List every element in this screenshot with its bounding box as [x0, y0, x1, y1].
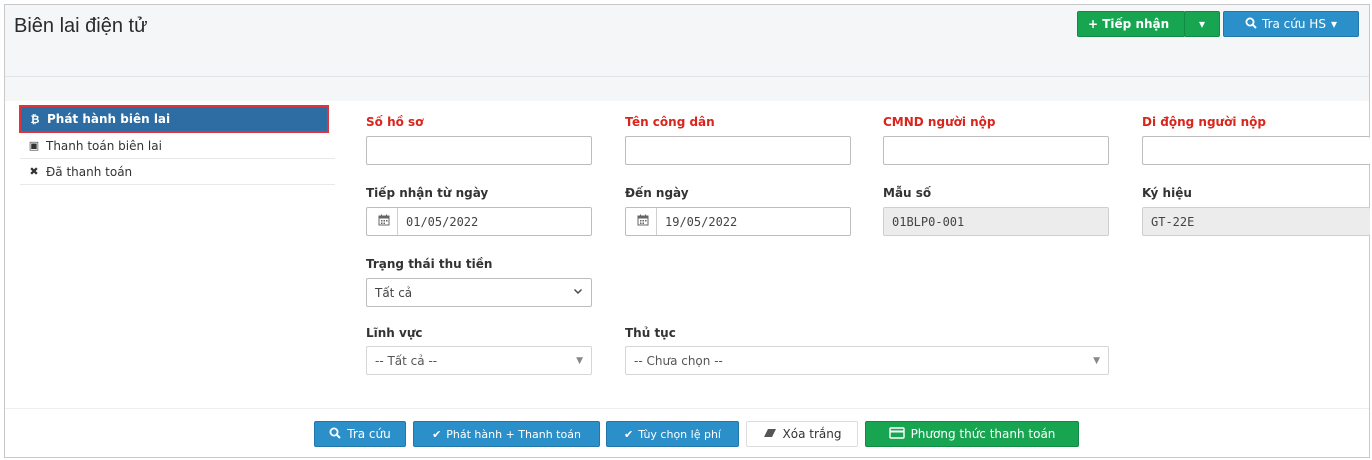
fee-option-label: Tùy chọn lệ phí	[638, 427, 721, 441]
sidebar: ₿ Phát hành biên lai ▣ Thanh toán biên l…	[14, 105, 335, 185]
divider	[656, 208, 657, 235]
divider	[397, 208, 398, 235]
label-tu-ngay: Tiếp nhận từ ngày	[366, 186, 489, 200]
sidebar-item-label: Thanh toán biên lai	[46, 138, 162, 153]
lookup-dossier-button[interactable]: Tra cứu HS ▾	[1223, 11, 1359, 37]
search-button[interactable]: Tra cứu	[314, 421, 406, 447]
ten-cong-dan-input[interactable]	[625, 136, 851, 165]
credit-card-icon	[888, 426, 905, 442]
check-icon: ✔	[624, 427, 634, 441]
label-linh-vuc: Lĩnh vực	[366, 326, 423, 340]
cmnd-input[interactable]	[883, 136, 1109, 165]
money-icon: ▣	[28, 139, 40, 152]
close-icon: ✖	[29, 165, 39, 178]
search-icon	[329, 427, 341, 442]
search-icon	[1245, 17, 1257, 32]
payment-status-select[interactable]: Tất cả	[366, 278, 592, 307]
sidebar-item-label: Đã thanh toán	[46, 164, 133, 179]
payment-method-button[interactable]: Phương thức thanh toán	[865, 421, 1079, 447]
receive-dropdown-toggle[interactable]: ▾	[1184, 11, 1220, 37]
mau-so-input: 01BLP0-001	[883, 207, 1109, 236]
bitcoin-icon: ₿	[30, 112, 40, 126]
page-header: Biên lai điện tử + Tiếp nhận ▾ Tra cứu H…	[5, 5, 1369, 77]
receive-button-label: + Tiếp nhận	[1088, 17, 1170, 31]
receive-button[interactable]: + Tiếp nhận	[1077, 11, 1185, 37]
payment-method-label: Phương thức thanh toán	[910, 427, 1056, 441]
page-title: Biên lai điện tử	[14, 15, 148, 37]
issue-and-pay-label: Phát hành + Thanh toán	[446, 427, 581, 441]
calendar-icon[interactable]	[371, 214, 397, 230]
sidebar-item-label: Phát hành biên lai	[47, 112, 171, 126]
field-select[interactable]: -- Tất cả -- ▼	[366, 346, 592, 375]
label-cmnd: CMND người nộp	[883, 115, 996, 129]
procedure-select[interactable]: -- Chưa chọn -- ▼	[625, 346, 1109, 375]
label-den-ngay: Đến ngày	[625, 186, 689, 200]
label-mau-so: Mẫu số	[883, 186, 932, 200]
label-thu-tuc: Thủ tục	[625, 326, 676, 340]
eraser-icon	[763, 427, 777, 441]
label-ky-hieu: Ký hiệu	[1142, 186, 1192, 200]
lookup-dossier-label: Tra cứu HS	[1262, 17, 1326, 31]
from-date-value: 01/05/2022	[406, 214, 479, 229]
chevron-down-icon	[573, 286, 583, 299]
so-ho-so-input[interactable]	[366, 136, 592, 165]
clear-button-label: Xóa trắng	[782, 427, 842, 441]
procedure-select-value: -- Chưa chọn --	[634, 353, 723, 368]
label-di-dong: Di động người nộp	[1142, 115, 1266, 129]
chevron-down-icon: ▾	[1330, 17, 1337, 31]
sidebar-item-paid[interactable]: ✖ Đã thanh toán	[20, 159, 335, 185]
caret-down-icon: ▼	[576, 356, 583, 366]
field-select-value: -- Tất cả --	[375, 353, 438, 368]
from-date-input[interactable]: 01/05/2022	[366, 207, 592, 236]
search-button-label: Tra cứu	[347, 427, 391, 441]
sidebar-item-pay-receipt[interactable]: ▣ Thanh toán biên lai	[20, 133, 335, 159]
to-date-input[interactable]: 19/05/2022	[625, 207, 851, 236]
to-date-value: 19/05/2022	[665, 214, 738, 229]
chevron-down-icon: ▾	[1198, 17, 1206, 31]
check-icon: ✔	[432, 427, 442, 441]
label-so-ho-so: Số hồ sơ	[366, 115, 424, 129]
calendar-icon[interactable]	[630, 214, 656, 230]
fee-option-button[interactable]: ✔ Tùy chọn lệ phí	[606, 421, 739, 447]
label-trang-thai: Trạng thái thu tiền	[366, 257, 493, 271]
di-dong-input[interactable]	[1142, 136, 1370, 165]
ky-hieu-input: GT-22E	[1142, 207, 1370, 236]
payment-status-value: Tất cả	[375, 285, 413, 300]
clear-button[interactable]: Xóa trắng	[746, 421, 858, 447]
issue-and-pay-button[interactable]: ✔ Phát hành + Thanh toán	[413, 421, 600, 447]
sidebar-item-issue-receipt[interactable]: ₿ Phát hành biên lai	[19, 105, 329, 133]
caret-down-icon: ▼	[1093, 356, 1100, 366]
label-ten-cong-dan: Tên công dân	[625, 115, 715, 129]
